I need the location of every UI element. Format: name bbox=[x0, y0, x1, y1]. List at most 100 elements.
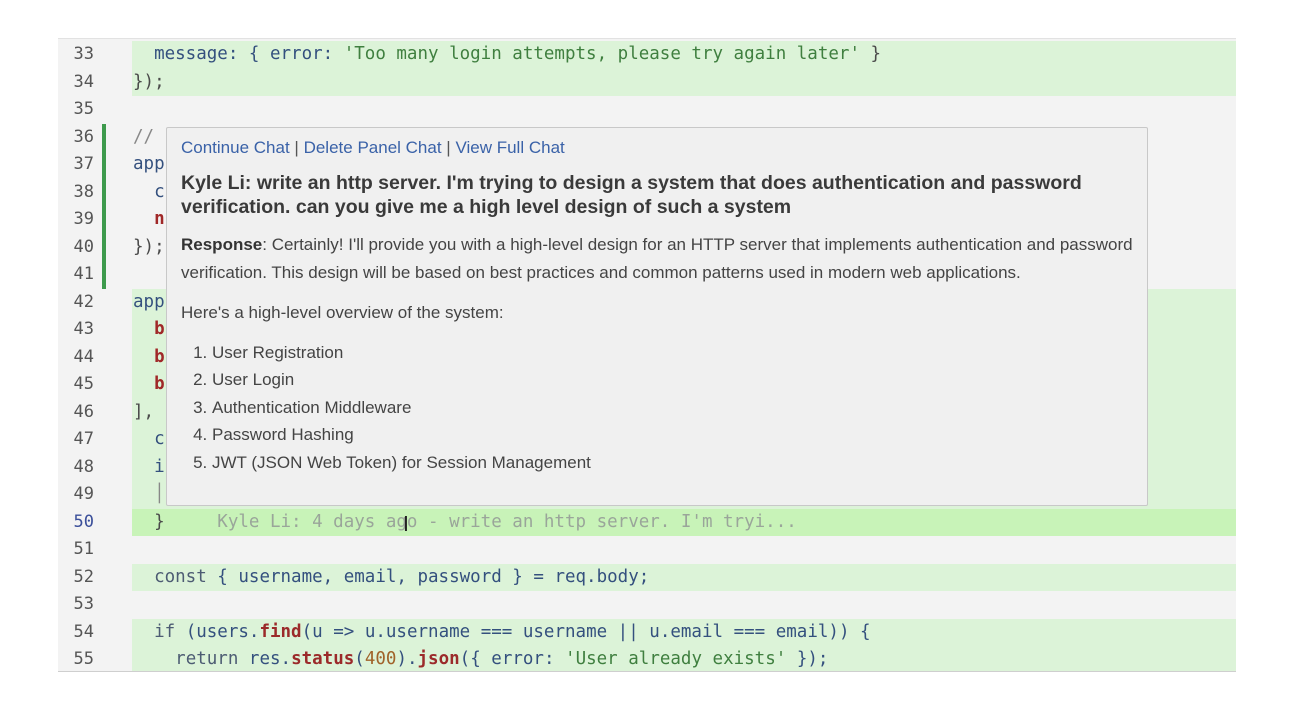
code-line[interactable]: 54 if (users.find(u => u.username === us… bbox=[58, 618, 1236, 647]
code-text: i bbox=[133, 454, 165, 482]
code-text: const { username, email, password } = re… bbox=[133, 564, 649, 592]
list-item: JWT (JSON Web Token) for Session Managem… bbox=[212, 449, 1133, 477]
code-text: } Kyle Li: 4 days ago - write an http se… bbox=[133, 509, 797, 537]
code-text: app bbox=[133, 151, 165, 179]
code-token: { username, email, password } = req.body… bbox=[206, 566, 650, 587]
code-text: // bbox=[133, 124, 165, 152]
code-text: if (users.find(u => u.username === usern… bbox=[133, 619, 871, 647]
line-number: 50 bbox=[73, 511, 94, 532]
code-token: 'User already exists' bbox=[565, 649, 787, 669]
code-token: // bbox=[133, 126, 165, 147]
code-line[interactable]: 55 return res.status(400).json({ error: … bbox=[58, 646, 1236, 671]
line-number: 55 bbox=[73, 649, 94, 669]
code-token: b bbox=[133, 374, 165, 394]
line-number: 43 bbox=[73, 319, 94, 339]
code-token: i bbox=[133, 456, 165, 477]
code-line[interactable]: 33 message: { error: 'Too many login att… bbox=[58, 41, 1236, 69]
code-token: 'Too many login attempts, please try aga… bbox=[343, 44, 860, 64]
chat-actions: Continue Chat | Delete Panel Chat | View… bbox=[181, 138, 1133, 158]
design-list: User Registration User Login Authenticat… bbox=[181, 339, 1133, 477]
line-number: 36 bbox=[73, 126, 94, 147]
list-item: Authentication Middleware bbox=[212, 394, 1133, 422]
code-token: return bbox=[175, 649, 239, 669]
code-token: ], bbox=[133, 401, 155, 422]
continue-chat-link[interactable]: Continue Chat bbox=[181, 138, 290, 157]
code-token: } bbox=[133, 511, 165, 532]
code-token: │ bbox=[133, 484, 165, 504]
chat-prompt-title: Kyle Li: write an http server. I'm tryin… bbox=[181, 172, 1082, 218]
list-item: Password Hashing bbox=[212, 421, 1133, 449]
code-text: b bbox=[133, 316, 165, 344]
code-line[interactable]: 53 bbox=[58, 591, 1236, 619]
code-text: app bbox=[133, 289, 165, 317]
code-text: ], bbox=[133, 399, 154, 427]
code-line[interactable]: 35 bbox=[58, 96, 1236, 124]
delete-panel-chat-link[interactable]: Delete Panel Chat bbox=[304, 138, 442, 157]
code-text: }); bbox=[133, 234, 165, 262]
line-number: 45 bbox=[73, 374, 94, 394]
line-number: 40 bbox=[73, 236, 94, 257]
code-token: (users. bbox=[175, 621, 260, 642]
code-text: c bbox=[133, 426, 165, 454]
response-text: : Certainly! I'll provide you with a hig… bbox=[181, 235, 1133, 282]
code-token: }); bbox=[133, 236, 165, 257]
code-text: }); bbox=[133, 69, 165, 97]
code-token: res. bbox=[238, 649, 292, 669]
code-line[interactable]: 52 const { username, email, password } =… bbox=[58, 563, 1236, 592]
code-token: (u => u.username === username || u.email… bbox=[301, 621, 871, 642]
code-token: if bbox=[154, 621, 176, 642]
code-line[interactable]: 51 bbox=[58, 536, 1236, 564]
code-text: c bbox=[133, 179, 165, 207]
list-item: User Login bbox=[212, 366, 1133, 394]
gutter-change-marker bbox=[102, 261, 106, 289]
code-token: ( bbox=[354, 649, 365, 669]
text-cursor-icon: I bbox=[403, 512, 409, 536]
line-number: 49 bbox=[73, 484, 94, 504]
code-token: b bbox=[133, 346, 165, 367]
line-number: 39 bbox=[73, 209, 94, 229]
line-number: 51 bbox=[73, 539, 94, 559]
line-number: 54 bbox=[73, 621, 94, 642]
line-number: 33 bbox=[73, 44, 94, 64]
gutter-change-marker bbox=[102, 233, 106, 261]
code-line[interactable]: 50 } Kyle Li: 4 days ago - write an http… bbox=[58, 508, 1236, 537]
code-token: c bbox=[133, 181, 165, 202]
code-text: message: { error: 'Too many login attemp… bbox=[133, 41, 881, 69]
code-text: │ bbox=[133, 481, 165, 509]
line-number: 52 bbox=[73, 566, 94, 587]
gutter-change-marker bbox=[102, 178, 106, 206]
chat-hover-panel: Continue Chat | Delete Panel Chat | View… bbox=[166, 127, 1148, 506]
gutter-change-marker bbox=[102, 206, 106, 234]
code-token: 400 bbox=[364, 649, 397, 669]
code-token: app bbox=[133, 291, 165, 312]
gutter-change-marker bbox=[102, 151, 106, 179]
line-number: 35 bbox=[73, 99, 94, 119]
code-text: b bbox=[133, 371, 165, 399]
code-token: } bbox=[859, 44, 882, 64]
code-token: message: { error: bbox=[133, 44, 344, 64]
code-token: const bbox=[154, 566, 207, 587]
line-highlight bbox=[132, 536, 1236, 564]
code-token: n bbox=[133, 209, 165, 229]
code-line[interactable]: 34}); bbox=[58, 68, 1236, 97]
line-number: 38 bbox=[73, 181, 94, 202]
line-highlight bbox=[132, 591, 1236, 619]
code-token: json bbox=[417, 649, 460, 669]
code-text: b bbox=[133, 344, 165, 372]
code-token: b bbox=[133, 319, 165, 339]
line-number: 44 bbox=[73, 346, 94, 367]
code-token: app bbox=[133, 154, 165, 174]
code-token: }); bbox=[786, 649, 829, 669]
line-highlight bbox=[132, 68, 1236, 96]
code-token: }); bbox=[133, 71, 165, 92]
code-token: find bbox=[259, 621, 302, 642]
inline-blame-annotation: Kyle Li: 4 days ago - write an http serv… bbox=[164, 511, 797, 532]
view-full-chat-link[interactable]: View Full Chat bbox=[455, 138, 564, 157]
overview-text: Here's a high-level overview of the syst… bbox=[181, 303, 504, 322]
line-number: 37 bbox=[73, 154, 94, 174]
line-number: 41 bbox=[73, 264, 94, 284]
code-text: n bbox=[133, 206, 165, 234]
code-token: status bbox=[291, 649, 355, 669]
